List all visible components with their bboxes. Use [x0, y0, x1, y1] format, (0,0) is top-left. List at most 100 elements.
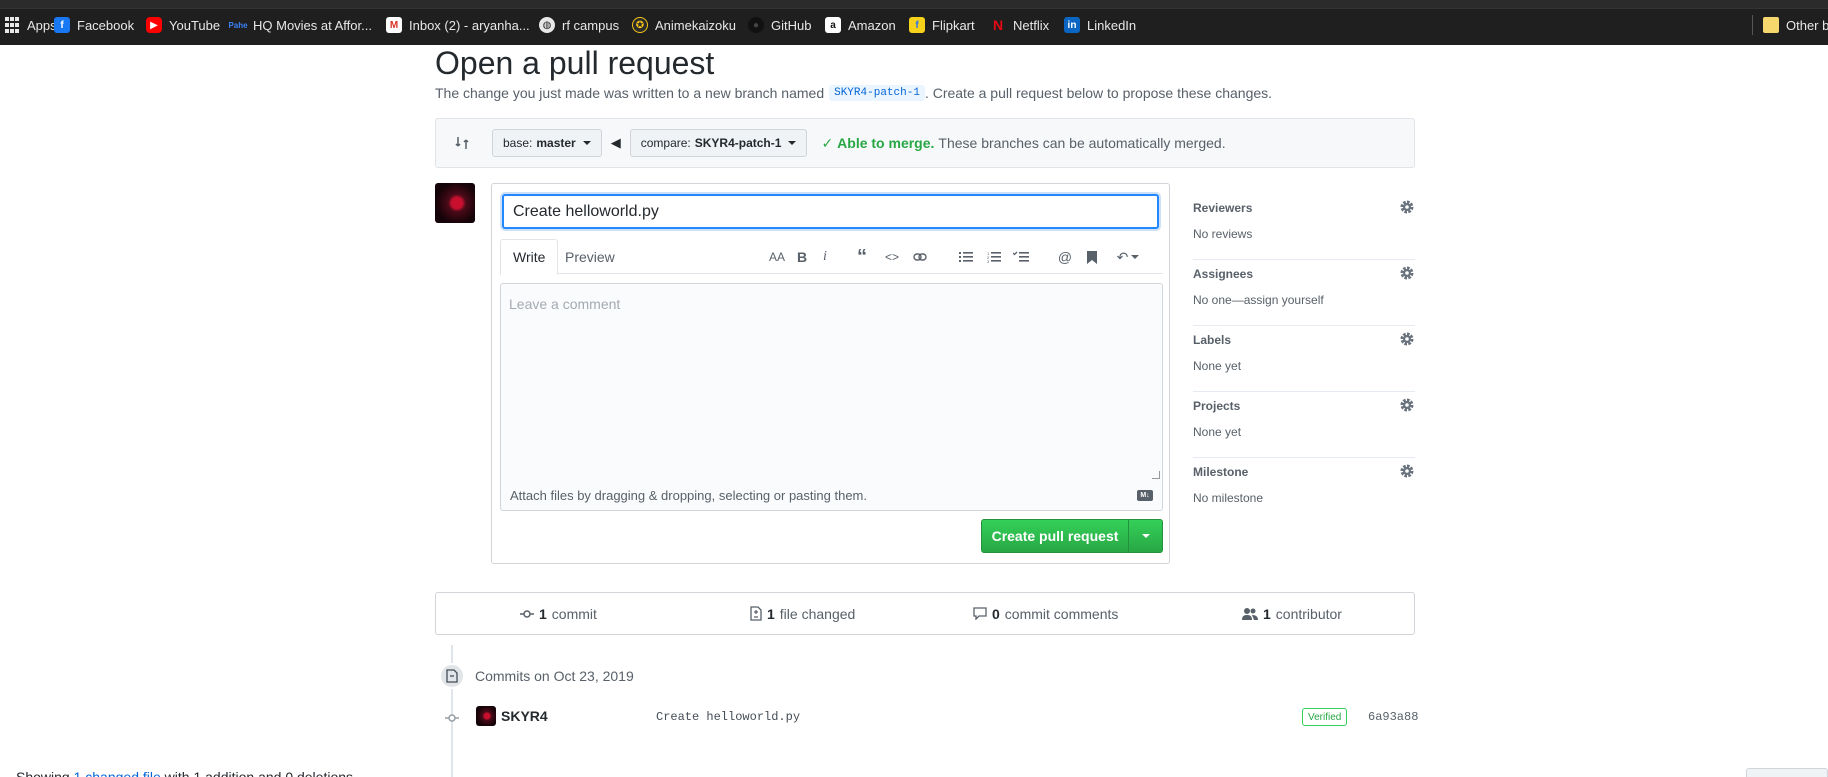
bullet-list-icon[interactable]	[956, 247, 976, 267]
files-count: 1	[767, 605, 775, 622]
text-size-icon[interactable]: AA	[767, 247, 787, 267]
markdown-icon[interactable]: M↓	[1137, 490, 1153, 501]
bookmark-amazon[interactable]: a Amazon	[825, 15, 896, 35]
bookmark-facebook[interactable]: f Facebook	[54, 15, 134, 35]
bookmark-hq-movies[interactable]: Pahe HQ Movies at Affor...	[228, 15, 372, 35]
bookmark-reference-icon[interactable]	[1082, 247, 1102, 267]
bookmark-label: LinkedIn	[1087, 17, 1137, 33]
avatar[interactable]	[435, 183, 475, 223]
bookmark-animekaizoku[interactable]: ✪ Animekaizoku	[632, 15, 736, 35]
globe-icon: ◍	[539, 17, 555, 33]
bookmark-youtube[interactable]: ▶ YouTube	[146, 15, 220, 35]
bookmark-label: GitHub	[771, 17, 812, 33]
commits-date-heading: Commits on Oct 23, 2019	[475, 668, 634, 684]
contributors-stat[interactable]: 1 contributor	[1242, 593, 1342, 634]
page-title: Open a pull request	[435, 45, 715, 81]
bookmark-label: Flipkart	[932, 17, 975, 33]
link-icon[interactable]	[910, 247, 930, 267]
verified-badge[interactable]: Verified	[1302, 708, 1348, 726]
pr-stats-bar: 1 commit 1 file changed 0 commit comment…	[435, 592, 1415, 635]
base-branch-select[interactable]: base: master	[492, 129, 602, 157]
bookmark-label: HQ Movies at Affor...	[253, 17, 372, 33]
mention-icon[interactable]: @	[1055, 247, 1075, 267]
sidebar-value: None yet	[1193, 359, 1242, 373]
changed-files-link[interactable]: 1 changed file	[74, 769, 161, 777]
italic-icon[interactable]: i	[815, 247, 835, 267]
comment-textarea[interactable]: Leave a comment	[500, 283, 1163, 482]
base-prefix: base:	[503, 136, 533, 150]
sidebar-heading: Reviewers	[1193, 201, 1253, 215]
bookmark-netflix[interactable]: N Netflix	[990, 15, 1049, 35]
bookmark-linkedin[interactable]: in LinkedIn	[1064, 15, 1136, 35]
sidebar-heading: Milestone	[1193, 465, 1249, 479]
tab-write[interactable]: Write	[500, 239, 559, 275]
bookmark-label: Other b	[1786, 17, 1828, 33]
numbered-list-icon[interactable]: 123	[984, 247, 1004, 267]
create-options-dropdown[interactable]	[1129, 520, 1162, 552]
svg-text:3: 3	[987, 259, 990, 263]
chevron-down-icon	[1141, 534, 1150, 538]
subtitle-text-end: . Create a pull request below to propose…	[924, 85, 1273, 101]
contributors-label: contributor	[1275, 605, 1342, 622]
bookmark-label: rf campus	[562, 17, 620, 33]
bookmark-gmail[interactable]: M Inbox (2) - aryanha...	[386, 15, 530, 35]
create-pull-request-button[interactable]: Create pull request	[981, 519, 1163, 553]
people-icon	[1242, 608, 1258, 620]
code-icon[interactable]: <>	[882, 247, 902, 267]
bookmark-github[interactable]: ● GitHub	[748, 15, 811, 35]
gmail-icon: M	[386, 17, 402, 33]
comments-stat[interactable]: 0 commit comments	[973, 593, 1118, 634]
check-icon: ✓	[821, 134, 834, 151]
attach-text: Attach files by dragging & dropping, sel…	[510, 488, 867, 503]
avatar[interactable]	[476, 706, 496, 726]
commit-sha[interactable]: 6a93a88	[1368, 710, 1418, 724]
merge-status-label: Able to merge.	[837, 135, 935, 151]
pr-composer: Write Preview AA B i “ <> 123 @ ↶ Leave …	[491, 183, 1170, 564]
file-diff-icon	[750, 606, 762, 621]
bookmark-label: Animekaizoku	[655, 17, 736, 33]
gear-icon[interactable]	[1399, 331, 1415, 347]
bookmark-label: Apps	[27, 17, 57, 33]
pr-title-input[interactable]	[502, 194, 1159, 229]
diff-view-toggle[interactable]	[1746, 768, 1828, 777]
commits-stat[interactable]: 1 commit	[520, 593, 597, 634]
sidebar-heading: Labels	[1193, 333, 1232, 347]
comment-icon	[973, 607, 987, 620]
bookmark-label: YouTube	[169, 17, 221, 33]
gear-icon[interactable]	[1399, 397, 1415, 413]
quote-icon[interactable]: “	[852, 246, 872, 268]
gear-icon[interactable]	[1399, 265, 1415, 281]
gear-icon[interactable]	[1399, 463, 1415, 479]
create-pull-request-label[interactable]: Create pull request	[982, 520, 1129, 552]
bookmark-flipkart[interactable]: f Flipkart	[909, 15, 975, 35]
netflix-icon: N	[992, 17, 1004, 33]
file-attach-area[interactable]: Attach files by dragging & dropping, sel…	[500, 481, 1163, 511]
comment-placeholder: Leave a comment	[509, 296, 621, 312]
compare-swap-icon[interactable]	[452, 133, 472, 153]
commit-author[interactable]: SKYR4	[501, 708, 548, 724]
commit-message[interactable]: Create helloworld.py	[656, 710, 800, 724]
task-list-icon[interactable]	[1011, 247, 1031, 267]
sidebar-value[interactable]: No one—assign yourself	[1193, 293, 1324, 307]
bold-icon[interactable]: B	[792, 247, 812, 267]
amazon-icon: a	[825, 17, 841, 33]
tab-preview[interactable]: Preview	[553, 239, 627, 275]
gear-icon[interactable]	[1399, 199, 1415, 215]
bookmark-apps[interactable]: Apps	[4, 15, 57, 35]
reply-icon[interactable]: ↶	[1114, 247, 1142, 267]
apps-grid-icon	[4, 17, 20, 33]
page-subtitle: The change you just made was written to …	[435, 85, 1272, 101]
compare-branch-select[interactable]: compare: SKYR4-patch-1	[629, 129, 808, 157]
files-label: file changed	[779, 605, 856, 622]
bookmark-other[interactable]: Other b	[1752, 15, 1828, 35]
resize-handle[interactable]	[1152, 471, 1160, 479]
bookmark-label: Amazon	[848, 17, 896, 33]
files-stat[interactable]: 1 file changed	[750, 593, 855, 634]
diff-summary: Showing 1 changed file with 1 addition a…	[16, 769, 357, 777]
compare-prefix: compare:	[640, 136, 691, 150]
commit-icon	[520, 609, 534, 618]
comments-label: commit comments	[1004, 605, 1119, 622]
bookmark-rf-campus[interactable]: ◍ rf campus	[539, 15, 619, 35]
diff-summary-suffix: with 1 addition and 0 deletions.	[164, 769, 357, 777]
animekaizoku-icon: ✪	[632, 17, 648, 33]
